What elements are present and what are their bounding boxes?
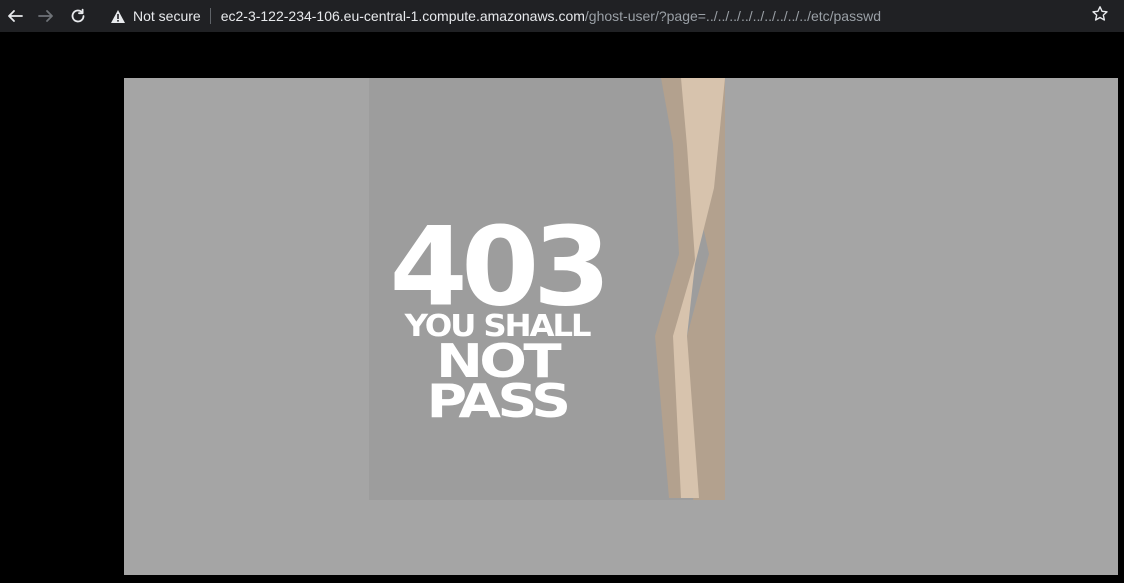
url-text[interactable]: ec2-3-122-234-106.eu-central-1.compute.a…: [221, 8, 881, 24]
browser-toolbar: Not secure ec2-3-122-234-106.eu-central-…: [0, 0, 1124, 32]
arrow-left-icon: [8, 10, 23, 22]
reload-icon: [71, 8, 85, 23]
error-message: 403 YOU SHALL NOT PASS: [369, 212, 625, 424]
url-host: ec2-3-122-234-106.eu-central-1.compute.a…: [220, 8, 585, 24]
arrow-right-icon: [38, 10, 53, 22]
message-line-3: PASS: [426, 374, 571, 428]
warning-triangle-icon: [111, 9, 125, 23]
back-button[interactable]: [5, 6, 25, 26]
address-separator: [209, 8, 211, 24]
security-chip[interactable]: Not secure: [110, 8, 201, 24]
url-path: /ghost-user/?page=../../../../../../../.…: [584, 8, 881, 24]
address-bar[interactable]: Not secure ec2-3-122-234-106.eu-central-…: [100, 2, 1116, 30]
reload-button[interactable]: [68, 6, 88, 26]
page-content: 403 YOU SHALL NOT PASS: [0, 32, 1124, 583]
error-image: 403 YOU SHALL NOT PASS: [124, 78, 1118, 575]
forward-button[interactable]: [36, 6, 56, 26]
error-code: 403: [389, 202, 611, 331]
security-label: Not secure: [133, 8, 201, 24]
poster: 403 YOU SHALL NOT PASS: [369, 78, 725, 500]
star-icon[interactable]: [1091, 5, 1109, 23]
